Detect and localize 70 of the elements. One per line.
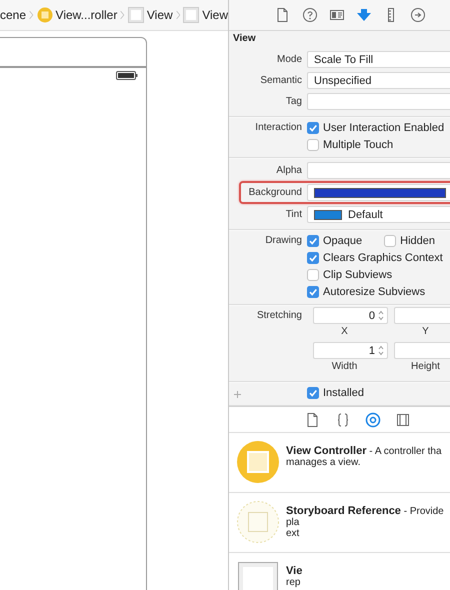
view-icon: [128, 7, 144, 23]
braces-icon[interactable]: [335, 412, 351, 428]
battery-icon: [116, 71, 138, 80]
checkbox[interactable]: [307, 286, 319, 298]
chevron-icon: [29, 8, 34, 22]
field-label: Interaction: [255, 122, 302, 133]
caption: Y: [422, 326, 429, 337]
field-label: Mode: [276, 54, 302, 65]
caption: Width: [332, 361, 358, 372]
checkbox-label: Clip Subviews: [323, 268, 392, 280]
checkbox[interactable]: [307, 386, 319, 398]
arrow-circle-icon[interactable]: [410, 7, 426, 23]
card-icon[interactable]: [329, 7, 345, 23]
caption: Height: [411, 361, 440, 372]
description-text: Vie: [286, 566, 302, 577]
section-title: View: [232, 32, 257, 46]
view-icon: [183, 7, 200, 23]
checkbox-label: Hidden: [400, 234, 436, 246]
number-field[interactable]: 0: [313, 307, 388, 324]
shield-arrow-icon[interactable]: [356, 7, 372, 23]
number-field[interactable]: [394, 342, 450, 359]
checkbox[interactable]: [307, 268, 319, 280]
popup-button[interactable]: Unspecified: [307, 72, 450, 89]
plus-icon[interactable]: [234, 391, 241, 398]
field-label: Alpha: [276, 165, 302, 176]
description-text: pla: [286, 517, 300, 528]
input-field[interactable]: [307, 162, 450, 179]
input-field[interactable]: [307, 93, 450, 110]
controller-icon: [236, 440, 280, 484]
breadcrumb-item[interactable]: View: [128, 7, 173, 23]
number-field[interactable]: [394, 307, 450, 324]
description-text: Storyboard Reference - Provide: [286, 506, 444, 517]
color-popup[interactable]: Default: [307, 206, 450, 223]
checkbox[interactable]: [384, 234, 396, 246]
caption: X: [341, 326, 348, 337]
checkbox-label: Installed: [323, 386, 364, 398]
field-label: Drawing: [265, 235, 302, 246]
checkbox-label: Autoresize Subviews: [323, 286, 426, 298]
checkbox[interactable]: [307, 252, 319, 264]
popup-button[interactable]: Scale To Fill: [307, 51, 450, 68]
description-text: manages a view.: [286, 457, 362, 468]
checkbox-label: Clears Graphics Context: [323, 252, 443, 264]
checkbox-label: User Interaction Enabled: [323, 122, 444, 134]
field-label: Tint: [286, 209, 302, 220]
description-text: rep: [286, 577, 302, 588]
field-label: Semantic: [260, 75, 302, 86]
stepper-icon[interactable]: [378, 310, 384, 321]
color-well[interactable]: [307, 184, 450, 201]
checkbox-label: Opaque: [323, 234, 362, 246]
checkbox-label: Multiple Touch: [323, 138, 394, 150]
help-icon[interactable]: [302, 7, 318, 23]
description-text: ext: [286, 528, 300, 539]
stepper-icon[interactable]: [378, 345, 384, 356]
field-label: Stretching: [256, 310, 302, 321]
description-text: View Controller - A controller tha: [286, 446, 442, 457]
field-label: Tag: [286, 96, 302, 107]
chevron-icon: [120, 8, 125, 22]
breadcrumb-item[interactable]: cene: [0, 8, 26, 22]
breadcrumb-item[interactable]: View: [183, 7, 228, 23]
controller-icon: [36, 7, 53, 23]
film-icon[interactable]: [395, 412, 411, 428]
checkbox[interactable]: [307, 138, 319, 150]
breadcrumb-item[interactable]: View...roller: [36, 7, 118, 23]
field-label: Background: [248, 187, 302, 198]
number-field[interactable]: 1: [313, 342, 388, 359]
checkbox[interactable]: [307, 122, 319, 134]
target-icon[interactable]: [365, 412, 381, 428]
chevron-icon: [176, 8, 180, 22]
dashed-circle-icon: [236, 500, 280, 544]
checkbox[interactable]: [307, 234, 319, 246]
